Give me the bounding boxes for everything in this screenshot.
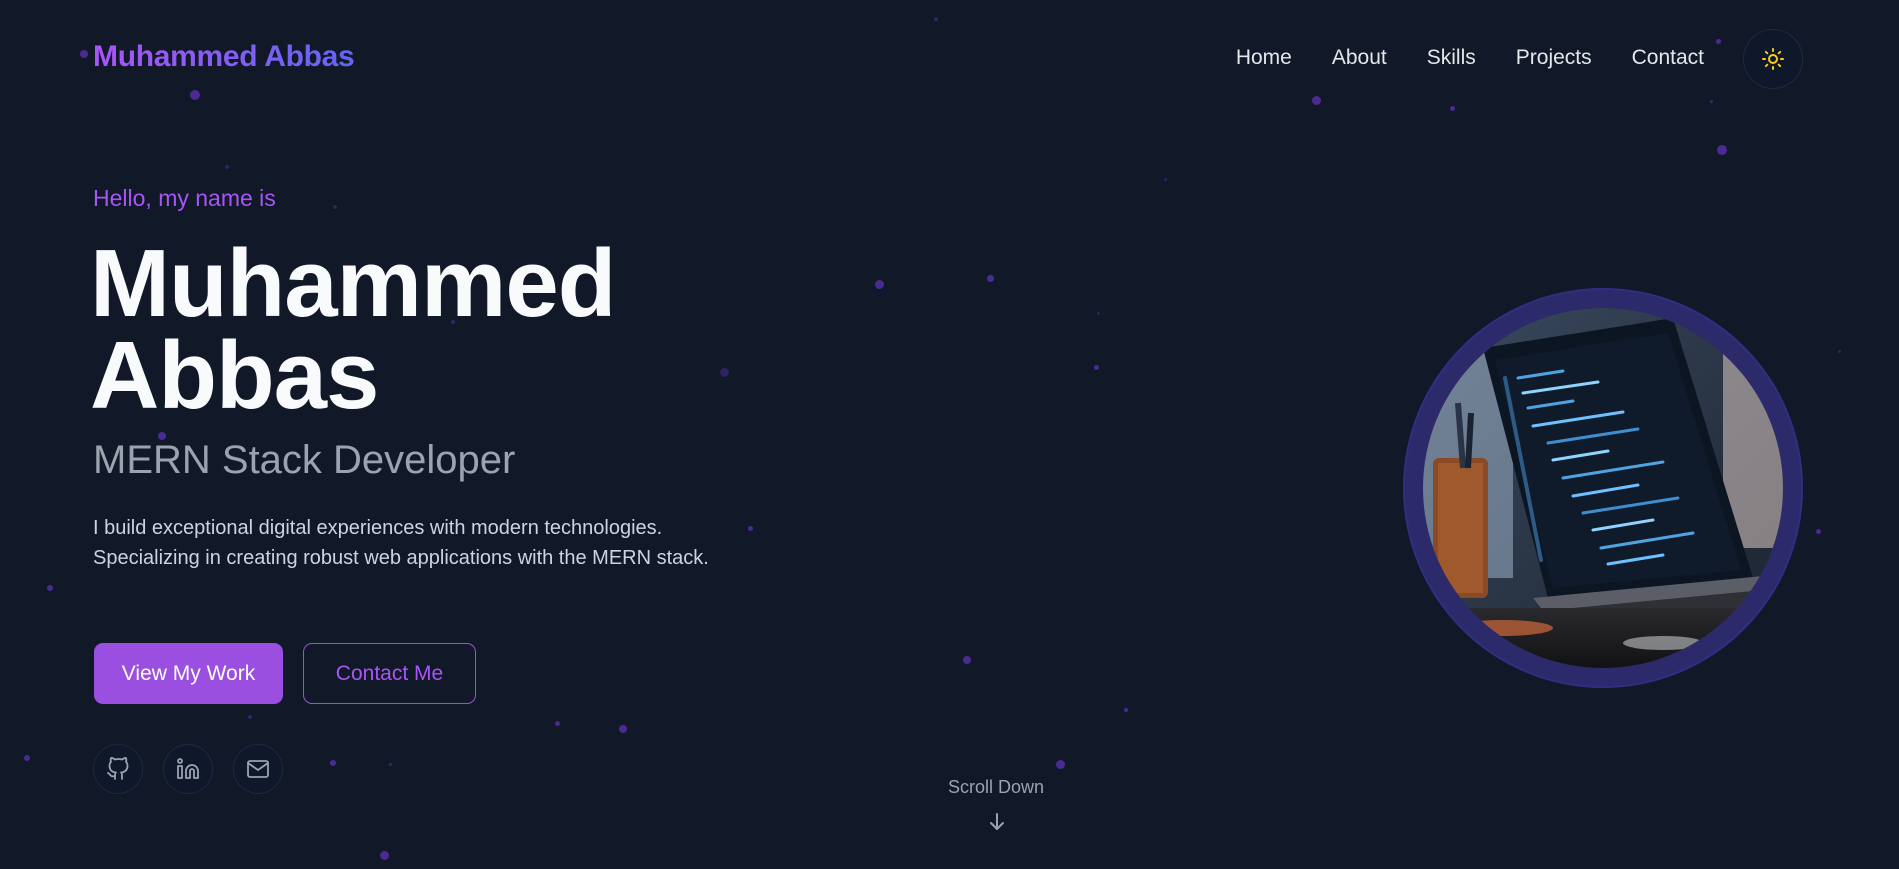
theme-toggle-button[interactable]: [1743, 29, 1803, 89]
hero-page: Muhammed Abbas Home About Skills Project…: [0, 0, 1899, 869]
github-icon: [107, 757, 129, 780]
linkedin-icon: [177, 758, 199, 779]
nav-about[interactable]: About: [1332, 46, 1387, 70]
main-nav: Home About Skills Projects Contact: [1236, 46, 1704, 70]
hero-role: MERN Stack Developer: [93, 438, 516, 482]
email-link[interactable]: [233, 744, 283, 794]
nav-projects[interactable]: Projects: [1516, 46, 1592, 70]
hero-name-last: Abbas: [90, 322, 379, 429]
sun-icon: [1762, 48, 1784, 70]
linkedin-link[interactable]: [163, 744, 213, 794]
hero-greeting: Hello, my name is: [93, 185, 276, 211]
hero-name: Muhammed Abbas: [90, 236, 790, 424]
profile-image: [1423, 308, 1783, 668]
view-my-work-button[interactable]: View My Work: [94, 643, 283, 704]
github-link[interactable]: [93, 744, 143, 794]
hero-description: I build exceptional digital experiences …: [93, 517, 709, 569]
hero-name-first: Muhammed: [90, 230, 616, 337]
scroll-down-label[interactable]: Scroll Down: [948, 777, 1044, 798]
nav-skills[interactable]: Skills: [1427, 46, 1476, 70]
arrow-down-icon[interactable]: [985, 810, 1009, 834]
contact-me-button[interactable]: Contact Me: [303, 643, 476, 704]
site-logo[interactable]: Muhammed Abbas: [93, 40, 355, 74]
nav-home[interactable]: Home: [1236, 46, 1292, 70]
mail-icon: [247, 760, 269, 778]
nav-contact[interactable]: Contact: [1632, 46, 1704, 70]
